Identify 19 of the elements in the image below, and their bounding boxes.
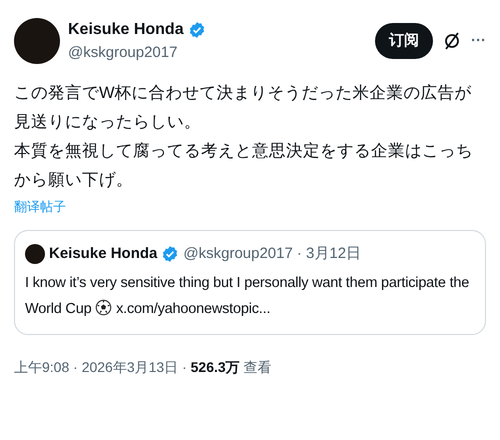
author-handle[interactable]: @kskgroup2017 (183, 243, 293, 266)
author-name[interactable]: Keisuke Honda (68, 18, 184, 42)
author-handle[interactable]: @kskgroup2017 (68, 42, 206, 64)
quoted-post-card[interactable]: Keisuke Honda @kskgroup2017 · 3月12日 I know it’s very sensitive thing but I personally want them participate the World Cup x.com/yahoonewstopic... (14, 230, 486, 334)
author-name[interactable]: Keisuke Honda (49, 243, 158, 266)
more-button[interactable]: ··· (471, 30, 486, 52)
view-count: 526.3万 (190, 358, 240, 376)
soccer-ball-icon (95, 298, 112, 316)
link[interactable]: x.com/yahoonewstopic... (116, 300, 270, 316)
post-text: この発言でW杯に合わせて決まりそうだった米企業の広告が見送りになったらしい。 (14, 82, 473, 132)
avatar[interactable] (14, 18, 60, 64)
post-text: 本質を無視して腐ってる考えと意思決定をする企業はこっちから願い下げ。 (14, 140, 474, 190)
post-timestamp[interactable]: 上午9:08 · 2026年3月13日 · (14, 356, 191, 378)
avatar (25, 244, 45, 264)
subscribe-button[interactable]: 订阅 (375, 23, 433, 60)
view-label: 查看 (244, 358, 272, 376)
post-date: · 3月12日 (296, 244, 362, 264)
slashed-circle-icon[interactable] (443, 31, 461, 52)
quoted-post-text: I know it’s very sensitive thing but I personally want them participate the World Cup x.com/yahoonewstopic... (25, 274, 470, 318)
